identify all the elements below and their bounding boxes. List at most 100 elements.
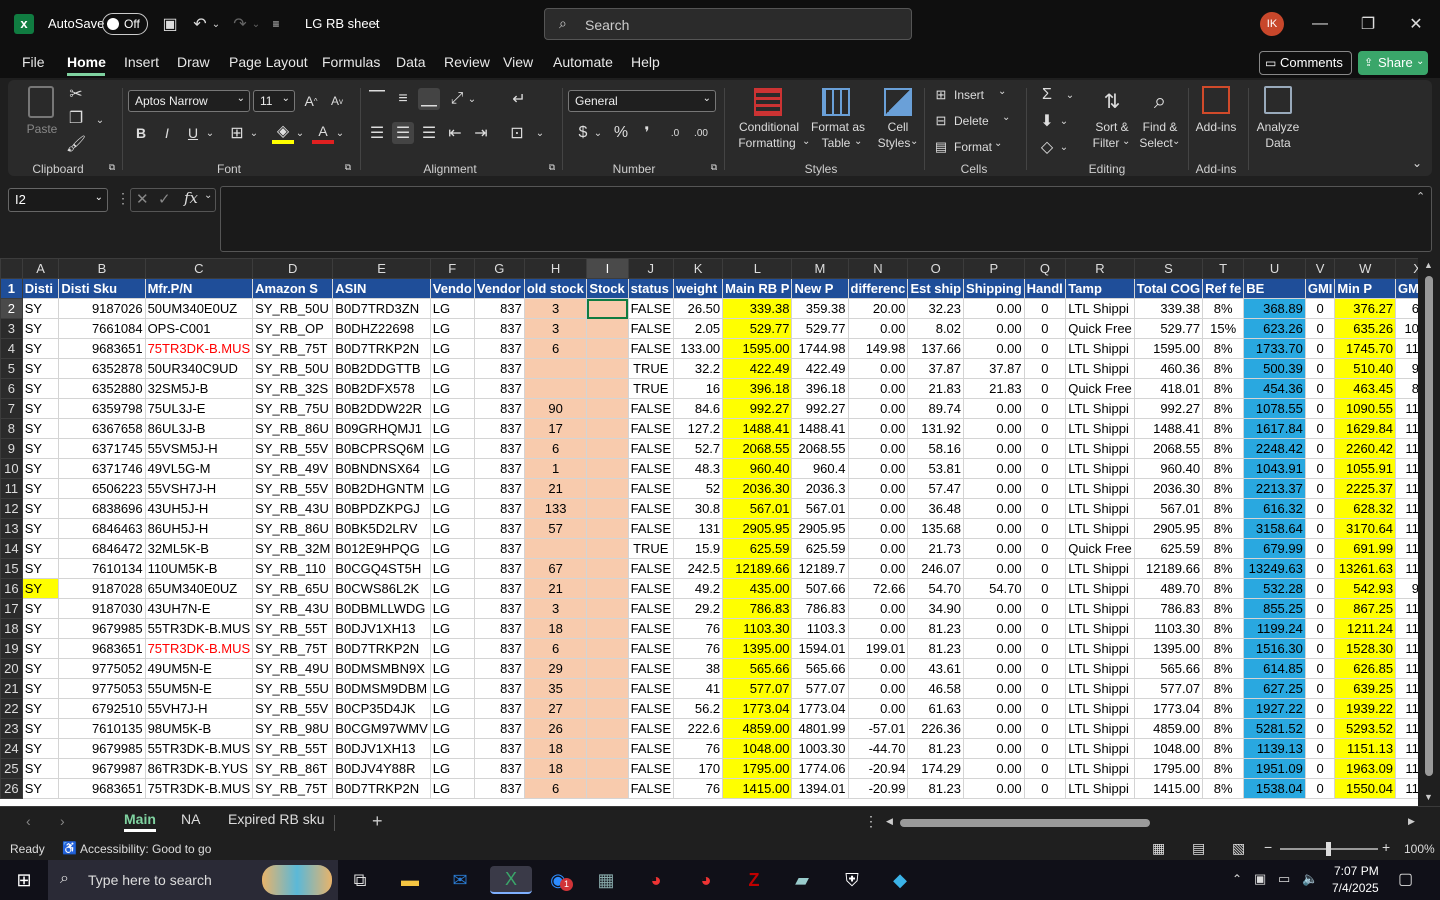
cell[interactable]: 8% <box>1202 398 1245 419</box>
cell[interactable]: 628.32 <box>1334 498 1397 519</box>
cell[interactable]: TRUE <box>627 358 675 379</box>
cell[interactable]: SY_RB_49V <box>252 458 334 479</box>
row-header[interactable]: 12 <box>0 498 23 519</box>
cell[interactable]: 7610134 <box>58 558 146 579</box>
cell[interactable]: ASIN <box>332 278 431 299</box>
cell[interactable]: 376.27 <box>1334 298 1397 319</box>
align-left-icon[interactable]: ☰ <box>366 122 388 144</box>
cell[interactable]: 170 <box>673 758 724 779</box>
search-box[interactable]: ⌕ Search <box>544 8 912 40</box>
cell[interactable]: 65UM340E0UZ <box>144 578 254 599</box>
cell[interactable]: LTL Shippi <box>1065 718 1135 739</box>
cell[interactable]: 75TR3DK-B.MUS <box>144 778 254 799</box>
analyze-data-label-1[interactable]: Analyze <box>1254 120 1302 134</box>
cell[interactable]: Stock <box>586 278 629 299</box>
row-header[interactable]: 23 <box>0 718 23 739</box>
cell[interactable]: GMI <box>1304 278 1336 299</box>
font-name-select[interactable]: Aptos Narrow ⌄ <box>128 90 250 112</box>
tab-page-layout[interactable]: Page Layout <box>229 54 308 70</box>
cell[interactable]: 8% <box>1202 478 1245 499</box>
cell[interactable]: 6 <box>523 638 588 659</box>
cell[interactable]: 567.01 <box>791 498 849 519</box>
cell[interactable]: 0.00 <box>963 458 1025 479</box>
format-as-table-label-1[interactable]: Format as <box>810 120 866 134</box>
cell[interactable]: SY_RB_49U <box>252 658 334 679</box>
clock-date[interactable]: 7/4/2025 <box>1332 881 1379 895</box>
column-header[interactable]: U <box>1243 258 1306 279</box>
cell[interactable]: SY <box>21 658 60 679</box>
align-center-icon[interactable]: ☰ <box>392 122 414 144</box>
cell[interactable]: 359.38 <box>791 298 849 319</box>
percent-icon[interactable]: % <box>610 122 632 144</box>
cell[interactable]: 32ML5K-B <box>144 538 254 559</box>
bold-icon[interactable]: B <box>130 122 152 144</box>
cell[interactable]: 1003.30 <box>791 738 849 759</box>
cell[interactable] <box>586 758 629 779</box>
cell[interactable]: FALSE <box>627 558 675 579</box>
currency-icon[interactable]: $ <box>572 122 594 144</box>
cell[interactable]: Tamp <box>1065 278 1135 299</box>
cell[interactable]: SY <box>21 418 60 439</box>
cell[interactable]: SY_RB_75U <box>252 398 334 419</box>
cell[interactable]: FALSE <box>627 598 675 619</box>
cell[interactable]: 567.01 <box>722 498 793 519</box>
cell[interactable]: 55VH7J-H <box>144 698 254 719</box>
merge-center-icon[interactable]: ⊡ <box>506 122 528 144</box>
cell[interactable]: LTL Shippi <box>1065 458 1135 479</box>
row-header[interactable]: 21 <box>0 678 23 699</box>
cell[interactable]: 625.59 <box>722 538 793 559</box>
number-launcher-icon[interactable]: ⧉ <box>708 160 720 174</box>
cell[interactable]: LG <box>429 558 475 579</box>
cell[interactable]: 53.81 <box>907 458 965 479</box>
cell[interactable]: 3 <box>523 318 588 339</box>
row-header[interactable]: 9 <box>0 438 23 459</box>
cell[interactable]: 1773.04 <box>791 698 849 719</box>
tab-formulas[interactable]: Formulas <box>322 54 380 70</box>
cell[interactable]: 1744.98 <box>791 338 849 359</box>
cell[interactable]: 2213.37 <box>1243 478 1306 499</box>
cell[interactable]: SY <box>21 518 60 539</box>
cell[interactable]: 510.40 <box>1334 358 1397 379</box>
cell[interactable]: 43UH5J-H <box>144 498 254 519</box>
cell[interactable]: LG <box>429 698 475 719</box>
cell[interactable]: 0 <box>1023 578 1067 599</box>
insert-cells-icon[interactable]: ⊞ <box>932 86 950 104</box>
cell[interactable]: 567.01 <box>1133 498 1204 519</box>
cell[interactable]: 500.39 <box>1243 358 1306 379</box>
cell[interactable]: 0 <box>1304 458 1336 479</box>
cell[interactable]: SY <box>21 358 60 379</box>
cell[interactable]: SY <box>21 478 60 499</box>
cell[interactable]: FALSE <box>627 498 675 519</box>
cell[interactable]: SY <box>21 378 60 399</box>
cell[interactable] <box>586 438 629 459</box>
row-header[interactable]: 2 <box>0 298 23 319</box>
column-header[interactable]: H <box>523 258 588 279</box>
restore-icon[interactable]: ❐ <box>1354 12 1382 36</box>
cell[interactable]: 0.00 <box>847 498 909 519</box>
cell[interactable]: 565.66 <box>722 658 793 679</box>
row-header[interactable]: 22 <box>0 698 23 719</box>
cell[interactable]: SY_RB_50U <box>252 298 334 319</box>
cell[interactable]: 1795.00 <box>1133 758 1204 779</box>
horizontal-scroll-thumb[interactable] <box>900 819 1150 827</box>
cell[interactable]: 0.00 <box>963 518 1025 539</box>
cell[interactable]: Quick Free <box>1065 538 1135 559</box>
cell[interactable]: LTL Shippi <box>1065 618 1135 639</box>
row-header[interactable]: 26 <box>0 778 23 799</box>
align-middle-icon[interactable]: ≡ <box>392 88 414 110</box>
borders-icon[interactable]: ⊞ <box>226 122 248 144</box>
cell[interactable]: 131.92 <box>907 418 965 439</box>
format-cells-icon[interactable]: ▤ <box>932 138 950 156</box>
insert-function-icon[interactable]: fx <box>184 189 198 207</box>
cell[interactable]: 1629.84 <box>1334 418 1397 439</box>
cell[interactable]: 43UH7N-E <box>144 598 254 619</box>
cell[interactable]: B0D7TRKP2N <box>332 638 431 659</box>
cell[interactable]: 837 <box>473 298 525 319</box>
cell[interactable]: 0.00 <box>847 458 909 479</box>
next-sheet-icon[interactable]: › <box>60 813 65 829</box>
column-header[interactable]: E <box>332 258 431 279</box>
page-layout-view-icon[interactable]: ▤ <box>1192 840 1205 857</box>
cell[interactable]: 15% <box>1202 318 1245 339</box>
cell[interactable]: 49VL5G-M <box>144 458 254 479</box>
cell[interactable]: 12189.66 <box>1133 558 1204 579</box>
